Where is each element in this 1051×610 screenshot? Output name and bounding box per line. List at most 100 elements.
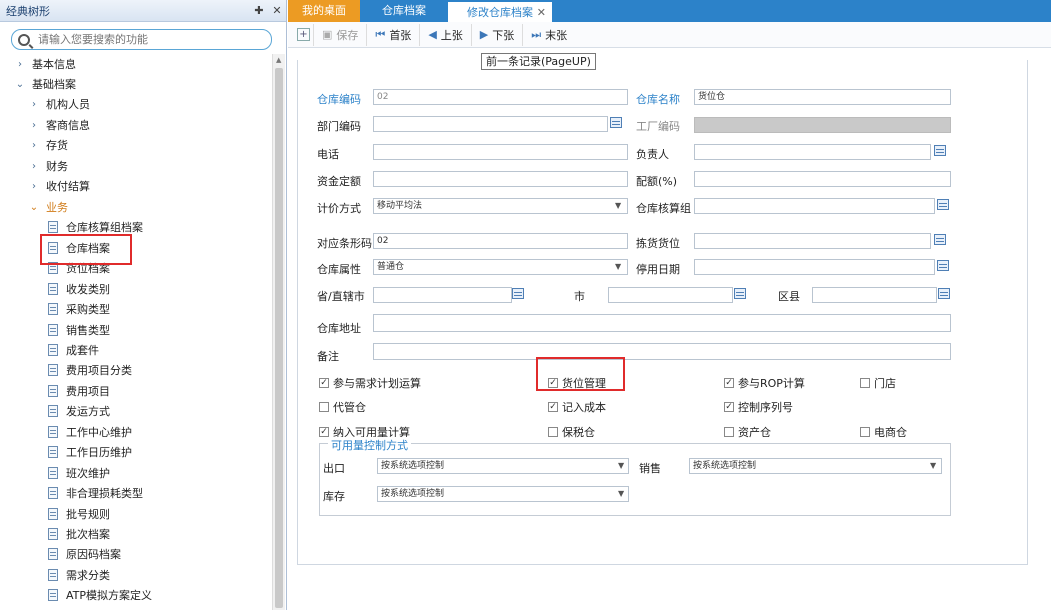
out-select[interactable]: 按系统选项控制 [377,458,629,474]
checkbox-demand-plan[interactable]: ✓ 参与需求计划运算 [319,375,421,391]
checkbox-rop[interactable]: ✓ 参与ROP计算 [724,375,805,391]
checkbox-label: 参与ROP计算 [738,377,805,390]
lookup-icon[interactable] [937,199,949,210]
pin-icon[interactable]: ✚ [250,4,268,17]
tree-item-label: 需求分类 [66,569,110,582]
tree-scrollbar[interactable]: ▲ [272,54,285,610]
calc-group-field[interactable] [694,198,935,214]
pick-location-field[interactable] [694,233,931,249]
checkbox-asset[interactable]: 资产仓 [724,424,771,440]
lookup-icon[interactable] [610,117,622,128]
fund-field[interactable] [373,171,628,187]
pricing-select[interactable]: 移动平均法 [373,198,628,214]
prev-record-button[interactable]: ◀ 上张 [420,23,472,46]
search-box[interactable] [11,29,272,50]
lookup-icon[interactable] [938,288,950,299]
ratio-field[interactable] [694,171,951,187]
scroll-thumb[interactable] [275,68,283,608]
dropdown-arrow-icon[interactable]: ▼ [618,461,624,470]
tree-leaf[interactable]: 收发类别 [48,280,110,298]
district-label: 区县 [778,290,800,303]
tree-leaf[interactable]: 非合理损耗类型 [48,484,143,502]
calendar-icon[interactable] [937,260,949,271]
tree-leaf[interactable]: 费用项目 [48,382,110,400]
dept-field[interactable] [373,116,608,132]
checkbox-ecommerce[interactable]: 电商仓 [860,424,907,440]
tree-item-settlement[interactable]: › 收付结算 [28,177,90,195]
tree-leaf[interactable]: 班次维护 [48,464,110,482]
dept-label: 部门编码 [317,120,361,133]
tree-item-basic-info[interactable]: › 基本信息 [14,55,76,73]
dropdown-arrow-icon[interactable]: ▼ [615,201,621,210]
tree-leaf[interactable]: 采购类型 [48,300,110,318]
document-icon [48,385,58,397]
tree-leaf[interactable]: 批次档案 [48,525,110,543]
search-input[interactable] [38,33,238,46]
barcode-field[interactable]: 02 [373,233,628,249]
checkbox-bonded[interactable]: 保税仓 [548,424,595,440]
save-button[interactable]: ▣ 保存 [314,23,368,46]
close-icon[interactable]: ✕ [268,4,286,17]
out-label: 出口 [323,462,345,475]
city-field[interactable] [608,287,733,303]
tree-item-label: 费用项目分类 [66,364,132,377]
note-label: 备注 [317,350,339,363]
code-field[interactable]: 02 [373,89,628,105]
stock-select[interactable]: 按系统选项控制 [377,486,629,502]
tree-item-org-personnel[interactable]: › 机构人员 [28,95,90,113]
tree-leaf[interactable]: 原因码档案 [48,545,121,563]
lookup-icon[interactable] [734,288,746,299]
attr-select[interactable]: 普通仓 [373,259,628,275]
note-field[interactable] [373,343,951,360]
address-field[interactable] [373,314,951,332]
tree-item-label: 基本信息 [32,58,76,71]
sales-select[interactable]: 按系统选项控制 [689,458,942,474]
tree-item-basic-archives[interactable]: ⌄ 基础档案 [14,75,76,93]
manager-field[interactable] [694,144,931,160]
first-record-button[interactable]: ⏮ 首张 [367,23,421,46]
tree-leaf[interactable]: 需求分类 [48,566,110,584]
last-record-button[interactable]: ⏭ 末张 [523,24,575,46]
checkbox-cost[interactable]: ✓ 记入成本 [548,399,606,415]
tree-leaf[interactable]: 工作中心维护 [48,423,132,441]
scroll-up-icon[interactable]: ▲ [276,56,281,64]
close-icon[interactable]: ✕ [537,2,546,24]
tree-leaf[interactable]: 发运方式 [48,402,110,420]
code-label: 仓库编码 [317,93,361,106]
tree-leaf[interactable]: 费用项目分类 [48,361,132,379]
document-icon [48,569,58,581]
lookup-icon[interactable] [512,288,524,299]
tree-item-label: 机构人员 [46,98,90,111]
next-record-button[interactable]: ▶ 下张 [472,23,524,46]
province-field[interactable] [373,287,512,303]
checkbox-consignment[interactable]: 代管仓 [319,399,366,415]
tree-item-inventory[interactable]: › 存货 [28,136,68,154]
tab-warehouse-archive[interactable]: 仓库档案 [360,0,448,22]
check-icon: ✓ [548,402,558,412]
add-button[interactable]: + [294,23,314,46]
checkbox-serial[interactable]: ✓ 控制序列号 [724,399,793,415]
name-field[interactable]: 货位仓 [694,89,951,105]
dropdown-arrow-icon[interactable]: ▼ [930,461,936,470]
tree-leaf[interactable]: 成套件 [48,341,99,359]
tab-my-desktop[interactable]: 我的桌面 [288,0,360,22]
dropdown-arrow-icon[interactable]: ▼ [615,262,621,271]
tree-item-business[interactable]: ⌄ 业务 [28,198,68,216]
tree-leaf[interactable]: ATP模拟方案定义 [48,586,152,604]
lookup-icon[interactable] [934,145,946,156]
lookup-icon[interactable] [934,234,946,245]
tree-leaf[interactable]: 批号规则 [48,505,110,523]
tab-edit-warehouse-archive[interactable]: 修改仓库档案 ✕ [448,0,552,22]
factory-label: 工厂编码 [636,120,680,133]
tree-leaf[interactable]: 销售类型 [48,321,110,339]
dropdown-arrow-icon[interactable]: ▼ [618,489,624,498]
checkbox-store[interactable]: 门店 [860,375,896,391]
tree-item-finance[interactable]: › 财务 [28,157,68,175]
checkbox-label: 记入成本 [562,401,606,414]
phone-field[interactable] [373,144,628,160]
tree-item-customer-supplier[interactable]: › 客商信息 [28,116,90,134]
tree-leaf[interactable]: 工作日历维护 [48,443,132,461]
district-field[interactable] [812,287,937,303]
stop-date-field[interactable] [694,259,935,275]
tree-item-label: 班次维护 [66,467,110,480]
